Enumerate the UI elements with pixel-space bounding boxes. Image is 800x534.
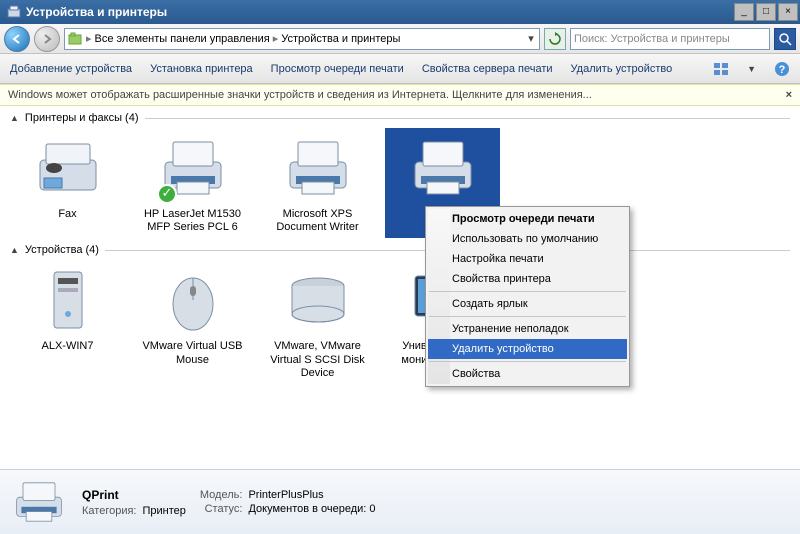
device-label: Fax (58, 208, 76, 221)
printer-icon (157, 132, 229, 204)
cpl-icon (67, 31, 83, 47)
details-printer-icon (10, 478, 68, 526)
ctx-separator (429, 291, 626, 292)
device-fax[interactable]: Fax (10, 128, 125, 238)
ctx-set-default[interactable]: Использовать по умолчанию (428, 229, 627, 249)
details-name: QPrint (82, 488, 186, 502)
ctx-create-shortcut[interactable]: Создать ярлык (428, 294, 627, 314)
device-hp-laserjet[interactable]: HP LaserJet M1530 MFP Series PCL 6 (135, 128, 250, 238)
search-button[interactable] (774, 28, 796, 50)
details-model: PrinterPlusPlus (248, 489, 375, 501)
group-printers-header[interactable]: ▲ Принтеры и факсы (4) (10, 112, 790, 124)
chevron-right-icon: ▸ (86, 32, 92, 45)
minimize-button[interactable]: _ (734, 3, 754, 21)
ctx-separator (429, 316, 626, 317)
title-bar: Устройства и принтеры _ □ × (0, 0, 800, 24)
details-extra: Модель: PrinterPlusPlus Статус: Документ… (200, 489, 376, 515)
ctx-remove-device[interactable]: Удалить устройство (428, 339, 627, 359)
window-buttons: _ □ × (734, 3, 798, 21)
chevron-right-icon: ▸ (273, 32, 279, 45)
device-mouse[interactable]: VMware Virtual USB Mouse (135, 260, 250, 384)
back-button[interactable] (4, 26, 30, 52)
details-category: Принтер (142, 505, 185, 517)
printer-icon (282, 132, 354, 204)
fax-icon (32, 132, 104, 204)
details-status: Документов в очереди: 0 (248, 503, 375, 515)
device-computer[interactable]: ALX-WIN7 (10, 260, 125, 384)
device-label: Microsoft XPS Document Writer (262, 208, 373, 234)
address-seg-2[interactable]: Устройства и принтеры (281, 33, 400, 45)
details-pane: QPrint Категория: Принтер Модель: Printe… (0, 469, 800, 534)
device-xps-writer[interactable]: Microsoft XPS Document Writer (260, 128, 375, 238)
info-bar-close[interactable]: × (786, 89, 792, 101)
default-check-icon (157, 184, 177, 204)
help-button[interactable]: ? (774, 61, 790, 77)
device-label: VMware, VMware Virtual S SCSI Disk Devic… (262, 340, 373, 380)
cmd-view-queue[interactable]: Просмотр очереди печати (271, 63, 404, 75)
view-dropdown[interactable]: ▼ (747, 64, 756, 74)
close-button[interactable]: × (778, 3, 798, 21)
group-devices-header[interactable]: ▲ Устройства (4) (10, 244, 790, 256)
group-printers-title: Принтеры и факсы (4) (25, 112, 139, 124)
ctx-separator (429, 361, 626, 362)
ctx-printer-props[interactable]: Свойства принтера (428, 269, 627, 289)
content-area: ▲ Принтеры и факсы (4) Fax HP LaserJet M… (0, 106, 800, 469)
refresh-button[interactable] (544, 28, 566, 50)
context-menu: Просмотр очереди печати Использовать по … (425, 206, 630, 387)
ctx-printing-prefs[interactable]: Настройка печати (428, 249, 627, 269)
printer-icon (407, 132, 479, 204)
ctx-view-queue[interactable]: Просмотр очереди печати (428, 209, 627, 229)
view-options-button[interactable] (713, 61, 729, 77)
maximize-button[interactable]: □ (756, 3, 776, 21)
cmd-add-device[interactable]: Добавление устройства (10, 63, 132, 75)
ctx-properties[interactable]: Свойства (428, 364, 627, 384)
printers-row: Fax HP LaserJet M1530 MFP Series PCL 6 M… (10, 128, 790, 238)
address-bar[interactable]: ▸ Все элементы панели управления ▸ Устро… (64, 28, 540, 50)
device-label: ALX-WIN7 (42, 340, 94, 353)
address-seg-1[interactable]: Все элементы панели управления (95, 33, 270, 45)
ctx-troubleshoot[interactable]: Устранение неполадок (428, 319, 627, 339)
device-label: HP LaserJet M1530 MFP Series PCL 6 (137, 208, 248, 234)
collapse-icon: ▲ (10, 113, 19, 123)
app-icon (6, 4, 22, 20)
info-bar-text: Windows может отображать расширенные зна… (8, 89, 592, 101)
cmd-remove-device[interactable]: Удалить устройство (571, 63, 673, 75)
forward-button[interactable] (34, 26, 60, 52)
search-input[interactable]: Поиск: Устройства и принтеры (570, 28, 770, 50)
device-disk[interactable]: VMware, VMware Virtual S SCSI Disk Devic… (260, 260, 375, 384)
details-status-label: Статус: (200, 503, 243, 515)
nav-bar: ▸ Все элементы панели управления ▸ Устро… (0, 24, 800, 54)
cmd-server-props[interactable]: Свойства сервера печати (422, 63, 553, 75)
info-bar[interactable]: Windows может отображать расширенные зна… (0, 84, 800, 106)
address-dropdown[interactable]: ▾ (525, 32, 537, 45)
search-placeholder: Поиск: Устройства и принтеры (574, 33, 766, 45)
group-devices-title: Устройства (4) (25, 244, 99, 256)
details-info: QPrint Категория: Принтер (82, 488, 186, 517)
details-category-label: Категория: (82, 505, 136, 517)
command-toolbar: Добавление устройства Установка принтера… (0, 54, 800, 84)
devices-row: ALX-WIN7 VMware Virtual USB Mouse VMware… (10, 260, 790, 384)
disk-icon (282, 264, 354, 336)
details-model-label: Модель: (200, 489, 243, 501)
tower-icon (32, 264, 104, 336)
svg-text:?: ? (779, 64, 786, 76)
device-label: VMware Virtual USB Mouse (137, 340, 248, 366)
cmd-add-printer[interactable]: Установка принтера (150, 63, 253, 75)
window-title: Устройства и принтеры (26, 5, 734, 19)
mouse-icon (157, 264, 229, 336)
collapse-icon: ▲ (10, 245, 19, 255)
